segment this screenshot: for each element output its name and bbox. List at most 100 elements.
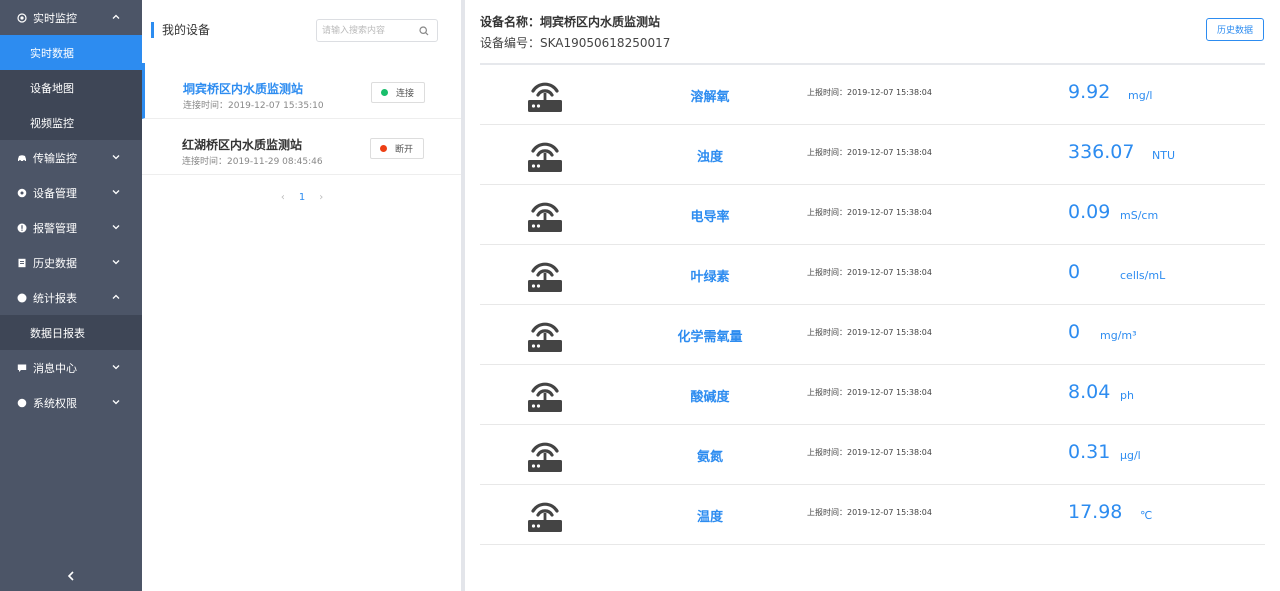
sidebar-section-label: 统计报表 xyxy=(33,291,77,305)
router-icon xyxy=(525,494,565,534)
reading-row: 氨氮 上报时间：2019-12-07 15:38:04 0.31 μg/l xyxy=(480,425,1265,485)
reading-time: 上报时间：2019-12-07 15:38:04 xyxy=(807,448,932,457)
status-dot-icon xyxy=(380,145,387,152)
device-card-time: 连接时间：2019-11-29 08:45:46 xyxy=(182,157,323,167)
sidebar-section-label: 设备管理 xyxy=(33,186,77,200)
reading-time: 上报时间：2019-12-07 15:38:04 xyxy=(807,328,932,337)
reading-label: 浊度 xyxy=(696,149,723,165)
status-dot-icon xyxy=(381,89,388,96)
reading-time: 上报时间：2019-12-07 15:38:04 xyxy=(807,388,932,397)
reading-unit: cells/mL xyxy=(1120,269,1166,282)
reading-label: 氨氮 xyxy=(696,449,723,465)
router-icon xyxy=(525,134,565,174)
device-card[interactable]: 垌宾桥区内水质监测站 连接时间：2019-12-07 15:35:10 连接 xyxy=(142,63,461,119)
reading-value: 0 xyxy=(1068,321,1081,343)
sidebar-section-1[interactable]: 传输监控 xyxy=(0,140,142,175)
reading-row: 浊度 上报时间：2019-12-07 15:38:04 336.07 NTU xyxy=(480,125,1265,185)
document-icon xyxy=(17,258,27,268)
main-content: 设备名称：垌宾桥区内水质监测站 设备编号：SKA19050618250017 历… xyxy=(465,0,1280,591)
reading-label: 温度 xyxy=(696,509,723,525)
reading-unit: mg/m³ xyxy=(1100,329,1137,342)
reading-time: 上报时间：2019-12-07 15:38:04 xyxy=(807,88,932,97)
reading-label: 叶绿素 xyxy=(690,269,730,285)
device-panel-header: 我的设备 xyxy=(142,0,461,63)
device-card-name: 红湖桥区内水质监测站 xyxy=(182,138,303,152)
chart-icon xyxy=(17,293,27,303)
reading-unit: ℃ xyxy=(1140,509,1153,522)
sidebar-subitem[interactable]: 设备地图 xyxy=(0,70,142,105)
reading-label: 电导率 xyxy=(690,209,730,225)
lock-icon xyxy=(17,398,27,408)
reading-time: 上报时间：2019-12-07 15:38:04 xyxy=(807,508,932,517)
sidebar-subitem[interactable]: 视频监控 xyxy=(0,105,142,140)
reading-unit: NTU xyxy=(1152,149,1175,162)
router-icon xyxy=(525,74,565,114)
search-icon[interactable] xyxy=(413,20,435,41)
search-box xyxy=(316,19,438,42)
sidebar-subitem[interactable]: 数据日报表 xyxy=(0,315,142,350)
device-code: 设备编号：SKA19050618250017 xyxy=(480,36,671,50)
pagination: ‹ 1 › xyxy=(142,192,462,203)
reading-row: 化学需氧量 上报时间：2019-12-07 15:38:04 0 mg/m³ xyxy=(480,305,1265,365)
readings-list: 溶解氧 上报时间：2019-12-07 15:38:04 9.92 mg/l 浊度 上报时… xyxy=(480,65,1265,545)
reading-label: 溶解氧 xyxy=(690,89,730,105)
sidebar-subitem[interactable]: 实时数据 xyxy=(0,35,142,70)
reading-unit: mg/l xyxy=(1128,89,1153,102)
reading-row: 叶绿素 上报时间：2019-12-07 15:38:04 0 cells/mL xyxy=(480,245,1265,305)
status-badge: 连接 xyxy=(371,82,425,103)
reading-unit: μg/l xyxy=(1120,449,1141,462)
device-card-time: 连接时间：2019-12-07 15:35:10 xyxy=(183,101,324,111)
reading-unit: ph xyxy=(1120,389,1134,402)
chevron-down-icon xyxy=(112,364,120,372)
sidebar-section-3[interactable]: 报警管理 xyxy=(0,210,142,245)
sidebar-section-label: 实时监控 xyxy=(33,11,77,25)
target-icon xyxy=(17,12,27,23)
sidebar-collapse-button[interactable] xyxy=(0,567,142,585)
reading-row: 酸碱度 上报时间：2019-12-07 15:38:04 8.04 ph xyxy=(480,365,1265,425)
reading-value: 0.09 xyxy=(1068,201,1111,223)
sidebar: 实时监控实时数据 设备地图 视频监控 传输监控设备管理报警管理历史数据统计报表数据日报… xyxy=(0,0,142,591)
reading-label: 化学需氧量 xyxy=(677,329,743,345)
device-card[interactable]: 红湖桥区内水质监测站连接时间：2019-11-29 08:45:46 断开 xyxy=(142,119,461,175)
router-icon xyxy=(525,254,565,294)
reading-value: 336.07 xyxy=(1068,141,1135,163)
sidebar-section-4[interactable]: 历史数据 xyxy=(0,245,142,280)
pager-next-button[interactable]: › xyxy=(319,192,323,203)
sidebar-section-6[interactable]: 消息中心 xyxy=(0,350,142,385)
sidebar-section-2[interactable]: 设备管理 xyxy=(0,175,142,210)
pager-page-1[interactable]: 1 xyxy=(299,192,305,203)
reading-label: 酸碱度 xyxy=(690,389,730,405)
chevron-left-icon xyxy=(67,571,74,581)
alert-icon xyxy=(17,223,27,233)
chevron-down-icon xyxy=(112,189,120,197)
device-list: 垌宾桥区内水质监测站 连接时间：2019-12-07 15:35:10 连接 红湖桥区… xyxy=(142,63,461,175)
reading-value: 0 xyxy=(1068,261,1081,283)
status-text: 断开 xyxy=(395,145,414,155)
history-data-button[interactable]: 历史数据 xyxy=(1206,18,1264,41)
chevron-down-icon xyxy=(112,154,120,162)
device-name: 设备名称：垌宾桥区内水质监测站 xyxy=(480,15,661,29)
reading-time: 上报时间：2019-12-07 15:38:04 xyxy=(807,208,932,217)
sidebar-section-0[interactable]: 实时监控 xyxy=(0,0,142,35)
router-icon xyxy=(525,374,565,414)
chevron-down-icon xyxy=(112,224,120,232)
pager-prev-button[interactable]: ‹ xyxy=(281,192,285,203)
reading-row: 溶解氧 上报时间：2019-12-07 15:38:04 9.92 mg/l xyxy=(480,65,1265,125)
chevron-down-icon xyxy=(112,259,120,267)
device-panel: 我的设备 垌宾桥区内水质监测站连接时间：2019-12-07 15:35:10 连… xyxy=(142,0,462,591)
reading-value: 17.98 xyxy=(1068,501,1123,523)
reading-time: 上报时间：2019-12-07 15:38:04 xyxy=(807,268,932,277)
sidebar-section-label: 系统权限 xyxy=(33,396,77,410)
router-icon xyxy=(525,434,565,474)
chevron-down-icon xyxy=(112,399,120,407)
device-panel-title: 我的设备 xyxy=(151,22,210,38)
reading-row: 电导率 上报时间：2019-12-07 15:38:04 0.09 mS/cm xyxy=(480,185,1265,245)
router-icon xyxy=(525,314,565,354)
reading-unit: mS/cm xyxy=(1120,209,1159,222)
status-badge: 断开 xyxy=(370,138,424,159)
sidebar-section-label: 历史数据 xyxy=(33,256,77,270)
status-text: 连接 xyxy=(396,89,415,99)
search-input[interactable] xyxy=(317,20,413,41)
sidebar-section-5[interactable]: 统计报表 xyxy=(0,280,142,315)
sidebar-section-7[interactable]: 系统权限 xyxy=(0,385,142,420)
